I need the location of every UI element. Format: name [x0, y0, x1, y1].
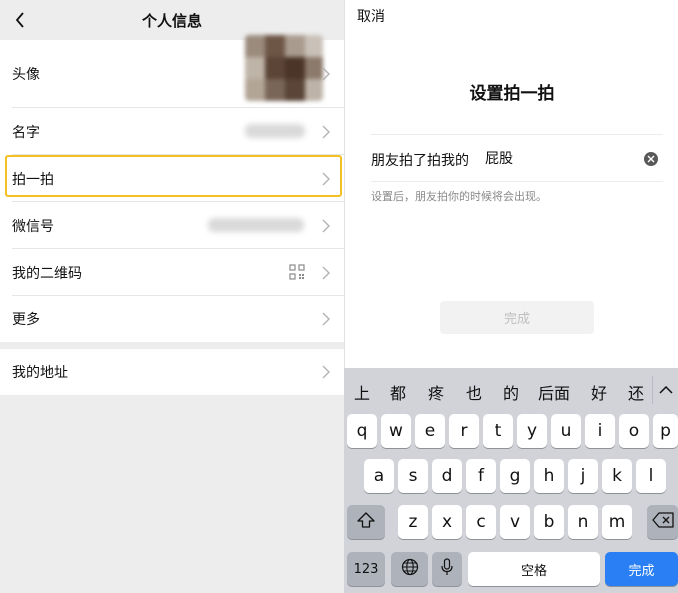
key-n[interactable]: n — [568, 505, 598, 539]
chevron-right-icon — [322, 364, 332, 380]
shift-key[interactable] — [347, 505, 385, 539]
chevron-right-icon — [322, 265, 332, 281]
return-key[interactable]: 完成 — [605, 552, 678, 586]
key-d[interactable]: d — [432, 459, 462, 493]
keyboard: 上 都 疼 也 的 后面 好 还 q w e r t y u i o p a s… — [344, 368, 678, 593]
key-z[interactable]: z — [398, 505, 428, 539]
backspace-icon — [651, 511, 674, 533]
row-label: 我的二维码 — [12, 265, 82, 282]
chevron-right-icon — [322, 311, 332, 327]
microphone-key[interactable] — [432, 552, 462, 586]
row-avatar[interactable]: 头像 — [0, 35, 344, 108]
hint-text: 设置后，朋友拍你的时候将会出现。 — [371, 190, 547, 203]
candidate-bar: 上 都 疼 也 的 后面 好 还 — [344, 368, 678, 410]
key-y[interactable]: y — [517, 414, 547, 448]
row-more[interactable]: 更多 — [0, 296, 344, 342]
nav-bar: 个人信息 — [0, 0, 344, 40]
key-s[interactable]: s — [398, 459, 428, 493]
candidate-word[interactable]: 疼 — [428, 380, 444, 404]
name-value-blurred — [245, 124, 305, 138]
candidate-word[interactable]: 都 — [390, 380, 406, 404]
shift-icon — [357, 511, 375, 533]
key-h[interactable]: h — [534, 459, 564, 493]
row-label: 名字 — [12, 124, 40, 141]
key-t[interactable]: t — [483, 414, 513, 448]
candidate-word[interactable]: 上 — [354, 380, 370, 404]
key-g[interactable]: g — [500, 459, 530, 493]
chevron-right-icon — [322, 124, 332, 140]
row-address[interactable]: 我的地址 — [0, 349, 344, 395]
pat-suffix-input[interactable] — [485, 146, 635, 170]
candidate-word[interactable]: 的 — [503, 380, 519, 404]
row-pat[interactable]: 拍一拍 — [0, 155, 344, 202]
panel-title: 设置拍一拍 — [469, 84, 555, 104]
key-k[interactable]: k — [602, 459, 632, 493]
key-b[interactable]: b — [534, 505, 564, 539]
row-label: 我的地址 — [12, 365, 68, 381]
key-x[interactable]: x — [432, 505, 462, 539]
chevron-right-icon — [322, 171, 332, 187]
cancel-button[interactable]: 取消 — [357, 6, 385, 26]
space-key[interactable]: 空格 — [468, 552, 600, 586]
microphone-icon — [441, 557, 453, 581]
row-label: 头像 — [12, 67, 40, 83]
candidate-word[interactable]: 后面 — [538, 380, 570, 404]
globe-key[interactable] — [391, 552, 428, 586]
key-j[interactable]: j — [568, 459, 598, 493]
backspace-key[interactable] — [647, 505, 678, 539]
row-wechat-id[interactable]: 微信号 — [0, 202, 344, 249]
expand-candidates-icon[interactable] — [652, 376, 678, 404]
key-e[interactable]: e — [415, 414, 445, 448]
page-title: 个人信息 — [141, 11, 202, 30]
row-qr-code[interactable]: 我的二维码 — [0, 249, 344, 296]
key-a[interactable]: a — [364, 459, 394, 493]
back-icon[interactable] — [10, 8, 30, 32]
key-i[interactable]: i — [585, 414, 615, 448]
key-r[interactable]: r — [449, 414, 479, 448]
divider — [371, 134, 663, 135]
candidate-word[interactable]: 还 — [628, 380, 644, 404]
candidate-word[interactable]: 好 — [591, 380, 607, 404]
key-p[interactable]: p — [653, 414, 678, 448]
key-c[interactable]: c — [466, 505, 496, 539]
key-m[interactable]: m — [602, 505, 632, 539]
divider — [371, 181, 663, 182]
avatar — [245, 35, 323, 101]
candidate-word[interactable]: 也 — [466, 380, 482, 404]
chevron-right-icon — [322, 66, 332, 82]
row-label: 更多 — [12, 312, 40, 328]
key-l[interactable]: l — [636, 459, 666, 493]
key-o[interactable]: o — [619, 414, 649, 448]
numbers-key[interactable]: 123 — [347, 552, 385, 586]
key-u[interactable]: u — [551, 414, 581, 448]
key-w[interactable]: w — [381, 414, 411, 448]
key-f[interactable]: f — [466, 459, 496, 493]
pat-prefix-text: 朋友拍了拍我的 — [371, 153, 469, 169]
row-name[interactable]: 名字 — [0, 108, 344, 155]
row-label: 拍一拍 — [12, 171, 54, 188]
clear-icon[interactable] — [644, 152, 658, 166]
globe-icon — [401, 558, 419, 581]
qr-code-icon — [289, 264, 305, 284]
row-label: 微信号 — [12, 218, 54, 235]
profile-panel: 个人信息 头像 名字 拍一拍 微信号 我的二维码 更多 我的地址 — [0, 0, 344, 593]
key-q[interactable]: q — [347, 414, 377, 448]
chevron-right-icon — [322, 218, 332, 234]
done-button[interactable]: 完成 — [440, 301, 594, 334]
wechat-id-value-blurred — [208, 218, 304, 232]
key-v[interactable]: v — [500, 505, 530, 539]
